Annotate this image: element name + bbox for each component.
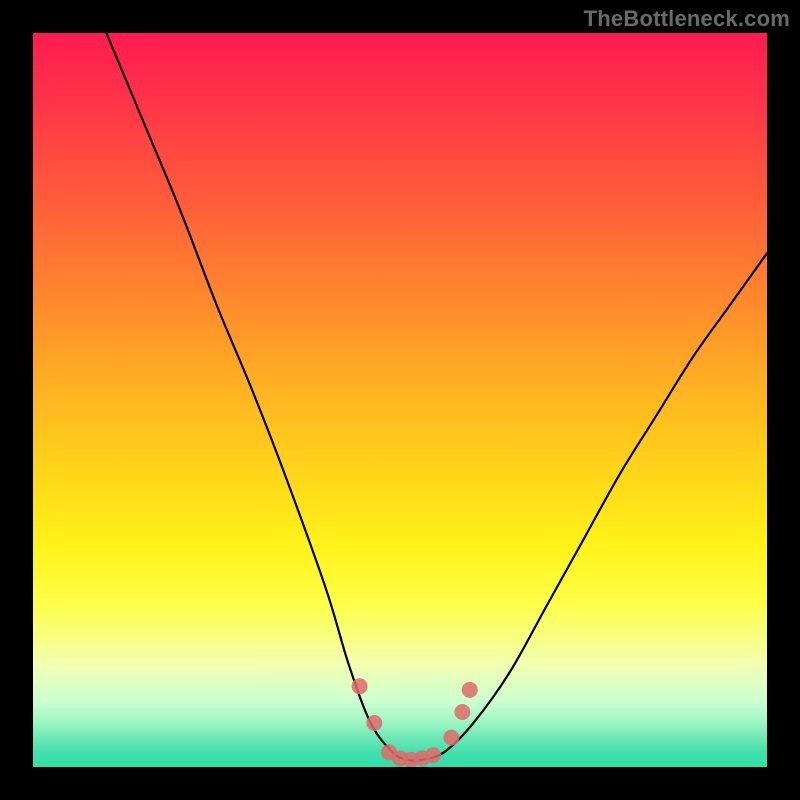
bottleneck-curve [106, 33, 767, 761]
highlight-markers [352, 678, 478, 767]
marker-dot [462, 682, 478, 698]
marker-dot [454, 704, 470, 720]
chart-svg [33, 33, 767, 767]
marker-dot [425, 747, 441, 763]
watermark-text: TheBottleneck.com [584, 6, 790, 32]
plot-area [33, 33, 767, 767]
marker-dot [366, 715, 382, 731]
chart-frame: TheBottleneck.com [0, 0, 800, 800]
marker-dot [443, 730, 459, 746]
marker-dot [352, 678, 368, 694]
